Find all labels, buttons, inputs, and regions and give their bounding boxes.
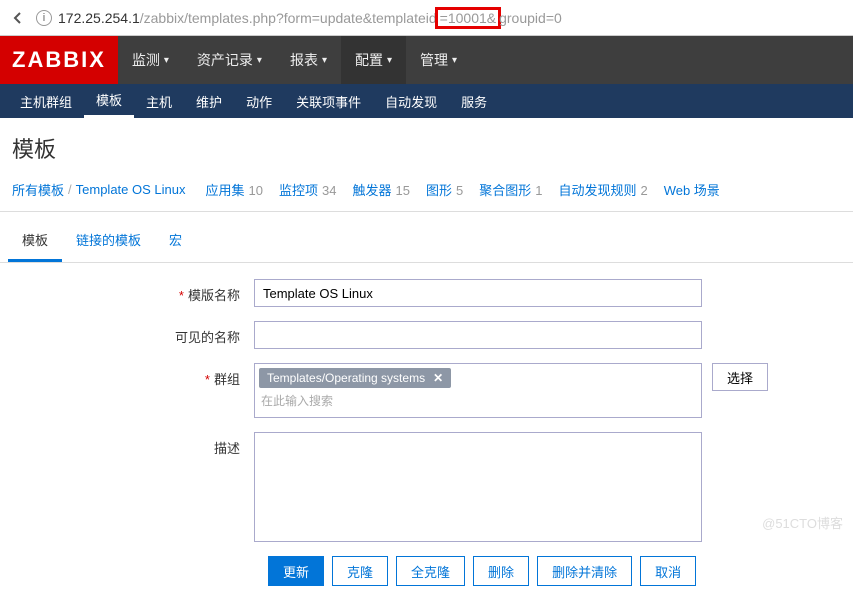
deleteclear-button[interactable]: 删除并清除 — [537, 556, 632, 586]
chevron-down-icon: ▾ — [387, 55, 392, 66]
visible-name-input[interactable] — [254, 321, 702, 349]
subnav-services[interactable]: 服务 — [449, 84, 499, 118]
delete-button[interactable]: 删除 — [473, 556, 529, 586]
group-search-placeholder[interactable]: 在此输入搜索 — [259, 388, 697, 413]
chevron-down-icon: ▾ — [257, 55, 262, 66]
template-name-input[interactable] — [254, 279, 702, 307]
clone-button[interactable]: 克隆 — [332, 556, 388, 586]
cancel-button[interactable]: 取消 — [640, 556, 696, 586]
browser-url-bar: i 172.25.254.1 /zabbix/templates.php?for… — [0, 0, 853, 36]
back-icon[interactable] — [8, 8, 28, 28]
stat-screens[interactable]: 聚合图形1 — [479, 180, 542, 199]
url-path-before: /zabbix/templates.php?form=update&templa… — [140, 10, 437, 26]
topnav-reports[interactable]: 报表▾ — [276, 36, 341, 84]
label-description: 描述 — [12, 432, 254, 457]
select-button[interactable]: 选择 — [712, 363, 768, 391]
stat-web[interactable]: Web 场景 — [664, 180, 720, 199]
topnav-admin[interactable]: 管理▾ — [406, 36, 471, 84]
description-textarea[interactable] — [254, 432, 702, 542]
top-nav: ZABBIX 监测▾ 资产记录▾ 报表▾ 配置▾ 管理▾ — [0, 36, 853, 84]
stat-triggers[interactable]: 触发器15 — [352, 180, 409, 199]
tab-linked[interactable]: 链接的模板 — [62, 220, 155, 262]
groups-box[interactable]: Templates/Operating systems ✕ 在此输入搜索 — [254, 363, 702, 418]
tab-macros[interactable]: 宏 — [155, 220, 196, 262]
close-icon[interactable]: ✕ — [433, 371, 443, 385]
topnav-items: 监测▾ 资产记录▾ 报表▾ 配置▾ 管理▾ — [118, 36, 471, 84]
subnav-discovery[interactable]: 自动发现 — [373, 84, 449, 118]
watermark: @51CTO博客 — [762, 513, 843, 532]
form-area: *模版名称 可见的名称 *群组 Templates/Operating syst… — [0, 263, 853, 606]
url-highlight: =10001& — [435, 7, 501, 29]
logo[interactable]: ZABBIX — [0, 36, 118, 84]
info-icon[interactable]: i — [36, 10, 52, 26]
chevron-down-icon: ▾ — [164, 55, 169, 66]
stat-graphs[interactable]: 图形5 — [426, 180, 463, 199]
subnav-templates[interactable]: 模板 — [84, 84, 134, 118]
breadcrumb-root[interactable]: 所有模板 — [12, 180, 64, 199]
tab-template[interactable]: 模板 — [8, 220, 62, 262]
url-host: 172.25.254.1 — [58, 10, 140, 26]
chevron-down-icon: ▾ — [452, 55, 457, 66]
subnav-actions[interactable]: 动作 — [234, 84, 284, 118]
url-text[interactable]: 172.25.254.1 /zabbix/templates.php?form=… — [58, 7, 562, 29]
url-path-after: groupid=0 — [499, 10, 562, 26]
label-visible-name: 可见的名称 — [12, 321, 254, 346]
breadcrumb-current[interactable]: Template OS Linux — [76, 182, 186, 197]
chevron-down-icon: ▾ — [322, 55, 327, 66]
page-title: 模板 — [0, 118, 853, 174]
breadcrumb-row: 所有模板 / Template OS Linux 应用集10 监控项34 触发器… — [0, 174, 853, 212]
stat-discovery[interactable]: 自动发现规则2 — [558, 180, 647, 199]
sub-nav: 主机群组 模板 主机 维护 动作 关联项事件 自动发现 服务 — [0, 84, 853, 118]
group-tag[interactable]: Templates/Operating systems ✕ — [259, 368, 451, 388]
topnav-inventory[interactable]: 资产记录▾ — [183, 36, 276, 84]
stat-items[interactable]: 监控项34 — [279, 180, 336, 199]
topnav-config[interactable]: 配置▾ — [341, 36, 406, 84]
label-groups: *群组 — [12, 363, 254, 388]
label-template-name: *模版名称 — [12, 279, 254, 304]
topnav-monitor[interactable]: 监测▾ — [118, 36, 183, 84]
subnav-maintenance[interactable]: 维护 — [184, 84, 234, 118]
subnav-correlation[interactable]: 关联项事件 — [284, 84, 373, 118]
fullclone-button[interactable]: 全克隆 — [396, 556, 465, 586]
subnav-hostgroups[interactable]: 主机群组 — [8, 84, 84, 118]
tabs: 模板 链接的模板 宏 — [0, 220, 853, 263]
button-row: 更新 克隆 全克隆 删除 删除并清除 取消 — [268, 556, 841, 586]
stat-applications[interactable]: 应用集10 — [205, 180, 262, 199]
breadcrumb-sep: / — [68, 182, 72, 197]
update-button[interactable]: 更新 — [268, 556, 324, 586]
subnav-hosts[interactable]: 主机 — [134, 84, 184, 118]
